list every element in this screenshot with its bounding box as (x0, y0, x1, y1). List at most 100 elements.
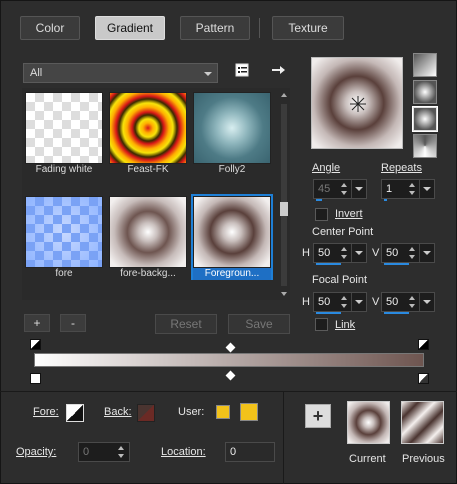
center-v-level (384, 263, 409, 265)
invert-label: Invert (335, 208, 363, 220)
previous-label: Previous (402, 453, 445, 465)
focal-v-spinner[interactable]: 50 (381, 292, 435, 314)
scrollbar-track[interactable] (281, 104, 287, 286)
chevron-down-icon[interactable] (419, 293, 434, 311)
user-swatch[interactable] (240, 403, 258, 421)
category-value: All (30, 67, 43, 79)
opacity-label: Opacity: (16, 446, 57, 458)
library-scrollbar[interactable] (279, 92, 289, 298)
gradient-preview (25, 92, 103, 164)
location-field[interactable]: 0 (225, 442, 275, 462)
opacity-spinner[interactable]: 0 (78, 442, 130, 462)
current-gradient-swatch[interactable] (347, 401, 390, 444)
color-stop-left[interactable] (30, 373, 41, 384)
gradient-thumb-feast-fk[interactable]: Feast-FK (109, 92, 187, 175)
link-label: Link (335, 319, 356, 331)
gradient-preview (193, 92, 271, 164)
tab-pattern[interactable]: Pattern (180, 16, 250, 40)
color-stop-right[interactable] (418, 373, 429, 384)
gradient-preview (109, 196, 187, 268)
tab-texture[interactable]: Texture (272, 16, 344, 40)
rectangular-style-icon[interactable] (413, 80, 437, 104)
spin-arrows-icon[interactable] (338, 293, 352, 311)
fore-swatch[interactable] (66, 404, 84, 422)
spin-arrows-icon[interactable] (338, 180, 352, 198)
angle-level (316, 199, 322, 201)
link-checkbox[interactable] (315, 318, 328, 331)
spin-arrows-icon[interactable] (115, 443, 129, 461)
library-options-icon[interactable] (234, 62, 250, 78)
opacity-value: 0 (83, 446, 90, 458)
tab-separator (259, 18, 260, 38)
chevron-down-icon[interactable] (419, 180, 434, 198)
back-swatch[interactable] (137, 404, 155, 422)
save-button[interactable]: Save (228, 314, 290, 334)
chevron-down-icon[interactable] (351, 293, 366, 311)
gradient-thumb-folly2[interactable]: Folly2 (193, 92, 271, 175)
add-to-library-button[interactable]: + (305, 404, 331, 428)
arrow-right-icon[interactable] (270, 62, 286, 78)
tab-color[interactable]: Color (20, 16, 80, 40)
focal-v-label: V (372, 296, 380, 308)
gradient-name: fore-backg... (120, 268, 176, 279)
remove-gradient-button[interactable]: - (60, 314, 86, 332)
center-v-value: 50 (386, 247, 399, 259)
focal-h-value: 50 (318, 296, 331, 308)
scroll-down-icon[interactable] (281, 292, 287, 296)
focal-v-value: 50 (386, 296, 399, 308)
focal-v-level (384, 312, 409, 314)
linear-style-icon[interactable] (413, 53, 437, 77)
center-point-label: Center Point (312, 226, 374, 238)
focal-h-spinner[interactable]: 50 (313, 292, 367, 314)
center-v-label: V (372, 247, 380, 259)
angle-value: 45 (318, 183, 331, 195)
back-label: Back: (104, 406, 132, 418)
scroll-up-icon[interactable] (281, 93, 287, 97)
gradient-name: Feast-FK (127, 164, 169, 175)
focal-h-level (316, 312, 341, 314)
angle-label: Angle (312, 162, 341, 174)
gradient-preview (193, 196, 271, 268)
radial-style-icon[interactable] (413, 134, 437, 158)
vertical-divider (283, 392, 284, 484)
gradient-name: Foregroun... (193, 268, 271, 280)
invert-checkbox[interactable] (315, 208, 328, 221)
category-dropdown[interactable]: All (23, 63, 218, 83)
opacity-stop-right[interactable] (418, 339, 429, 350)
gradient-thumb-fading-white[interactable]: Fading white (25, 92, 103, 175)
spin-arrows-icon[interactable] (406, 293, 420, 311)
gradient-name: fore (55, 268, 73, 279)
opacity-stop-left[interactable] (30, 339, 41, 350)
repeats-spinner[interactable]: 1 (381, 179, 435, 201)
gradient-name: Folly2 (218, 164, 246, 175)
gradient-preview-large[interactable] (311, 57, 403, 149)
sunburst-style-icon[interactable] (412, 106, 438, 132)
center-v-spinner[interactable]: 50 (381, 243, 435, 265)
spin-arrows-icon[interactable] (406, 180, 420, 198)
chevron-down-icon[interactable] (351, 180, 366, 198)
center-crosshair-icon[interactable] (350, 96, 366, 112)
gradient-name: Fading white (35, 164, 93, 175)
gradient-thumb-fore[interactable]: fore (25, 196, 103, 279)
tab-gradient[interactable]: Gradient (95, 16, 165, 40)
section-divider (0, 391, 457, 392)
scrollbar-thumb[interactable] (280, 202, 288, 216)
gradient-thumb-foreground-selected[interactable]: Foregroun... (191, 194, 273, 280)
center-h-spinner[interactable]: 50 (313, 243, 367, 265)
gradient-preview (25, 196, 103, 268)
spin-arrows-icon[interactable] (406, 244, 420, 262)
spin-arrows-icon[interactable] (338, 244, 352, 262)
gradient-bar[interactable] (34, 353, 424, 367)
angle-spinner[interactable]: 45 (313, 179, 367, 201)
user-swatch-small[interactable] (216, 405, 230, 419)
chevron-down-icon[interactable] (351, 244, 366, 262)
reset-button[interactable]: Reset (155, 314, 217, 334)
chevron-down-icon[interactable] (419, 244, 434, 262)
current-label: Current (349, 453, 386, 465)
repeats-value: 1 (386, 183, 393, 195)
gradient-thumb-fore-background[interactable]: fore-backg... (109, 196, 187, 279)
chevron-down-icon (204, 72, 212, 76)
previous-gradient-swatch[interactable] (401, 401, 444, 444)
add-gradient-button[interactable]: + (24, 314, 50, 332)
focal-h-label: H (302, 296, 310, 308)
